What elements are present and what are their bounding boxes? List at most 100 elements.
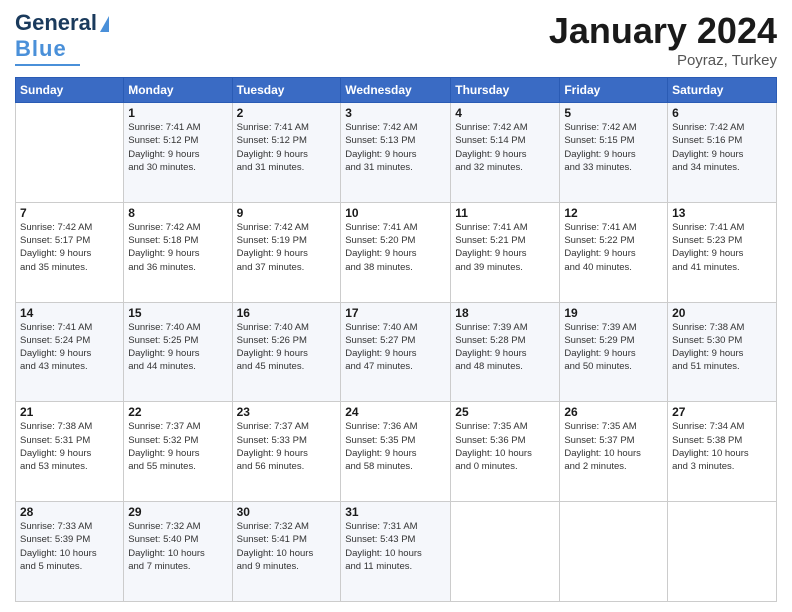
day-number: 23 bbox=[237, 405, 337, 419]
logo-underline bbox=[15, 64, 80, 66]
calendar-cell bbox=[451, 502, 560, 602]
calendar-cell: 20Sunrise: 7:38 AMSunset: 5:30 PMDayligh… bbox=[668, 302, 777, 402]
day-info: Sunrise: 7:32 AMSunset: 5:41 PMDaylight:… bbox=[237, 520, 337, 573]
calendar-week-3: 14Sunrise: 7:41 AMSunset: 5:24 PMDayligh… bbox=[16, 302, 777, 402]
day-number: 31 bbox=[345, 505, 446, 519]
calendar-cell: 15Sunrise: 7:40 AMSunset: 5:25 PMDayligh… bbox=[124, 302, 232, 402]
day-info: Sunrise: 7:40 AMSunset: 5:26 PMDaylight:… bbox=[237, 321, 337, 374]
day-info: Sunrise: 7:41 AMSunset: 5:23 PMDaylight:… bbox=[672, 221, 772, 274]
day-info: Sunrise: 7:37 AMSunset: 5:33 PMDaylight:… bbox=[237, 420, 337, 473]
day-info: Sunrise: 7:34 AMSunset: 5:38 PMDaylight:… bbox=[672, 420, 772, 473]
calendar-cell: 19Sunrise: 7:39 AMSunset: 5:29 PMDayligh… bbox=[560, 302, 668, 402]
calendar-week-4: 21Sunrise: 7:38 AMSunset: 5:31 PMDayligh… bbox=[16, 402, 777, 502]
calendar-cell: 26Sunrise: 7:35 AMSunset: 5:37 PMDayligh… bbox=[560, 402, 668, 502]
calendar-week-5: 28Sunrise: 7:33 AMSunset: 5:39 PMDayligh… bbox=[16, 502, 777, 602]
day-number: 2 bbox=[237, 106, 337, 120]
day-info: Sunrise: 7:37 AMSunset: 5:32 PMDaylight:… bbox=[128, 420, 227, 473]
day-info: Sunrise: 7:42 AMSunset: 5:18 PMDaylight:… bbox=[128, 221, 227, 274]
col-monday: Monday bbox=[124, 78, 232, 103]
calendar-cell: 18Sunrise: 7:39 AMSunset: 5:28 PMDayligh… bbox=[451, 302, 560, 402]
day-number: 28 bbox=[20, 505, 119, 519]
day-number: 8 bbox=[128, 206, 227, 220]
location-subtitle: Poyraz, Turkey bbox=[549, 52, 777, 69]
day-number: 18 bbox=[455, 306, 555, 320]
col-wednesday: Wednesday bbox=[341, 78, 451, 103]
day-info: Sunrise: 7:41 AMSunset: 5:12 PMDaylight:… bbox=[237, 121, 337, 174]
day-info: Sunrise: 7:41 AMSunset: 5:24 PMDaylight:… bbox=[20, 321, 119, 374]
calendar-week-1: 1Sunrise: 7:41 AMSunset: 5:12 PMDaylight… bbox=[16, 103, 777, 203]
calendar-header: Sunday Monday Tuesday Wednesday Thursday… bbox=[16, 78, 777, 103]
day-info: Sunrise: 7:42 AMSunset: 5:16 PMDaylight:… bbox=[672, 121, 772, 174]
day-number: 16 bbox=[237, 306, 337, 320]
day-number: 22 bbox=[128, 405, 227, 419]
day-number: 6 bbox=[672, 106, 772, 120]
day-number: 26 bbox=[564, 405, 663, 419]
day-number: 7 bbox=[20, 206, 119, 220]
calendar-cell: 7Sunrise: 7:42 AMSunset: 5:17 PMDaylight… bbox=[16, 202, 124, 302]
calendar-cell: 8Sunrise: 7:42 AMSunset: 5:18 PMDaylight… bbox=[124, 202, 232, 302]
calendar-cell: 6Sunrise: 7:42 AMSunset: 5:16 PMDaylight… bbox=[668, 103, 777, 203]
day-number: 4 bbox=[455, 106, 555, 120]
calendar-cell bbox=[16, 103, 124, 203]
logo-text-blue: Blue bbox=[15, 36, 67, 62]
calendar-cell: 21Sunrise: 7:38 AMSunset: 5:31 PMDayligh… bbox=[16, 402, 124, 502]
day-number: 10 bbox=[345, 206, 446, 220]
day-info: Sunrise: 7:41 AMSunset: 5:22 PMDaylight:… bbox=[564, 221, 663, 274]
col-tuesday: Tuesday bbox=[232, 78, 341, 103]
col-saturday: Saturday bbox=[668, 78, 777, 103]
day-number: 15 bbox=[128, 306, 227, 320]
day-number: 1 bbox=[128, 106, 227, 120]
month-title: January 2024 bbox=[549, 10, 777, 52]
calendar-cell: 2Sunrise: 7:41 AMSunset: 5:12 PMDaylight… bbox=[232, 103, 341, 203]
calendar-cell: 24Sunrise: 7:36 AMSunset: 5:35 PMDayligh… bbox=[341, 402, 451, 502]
day-number: 11 bbox=[455, 206, 555, 220]
day-number: 29 bbox=[128, 505, 227, 519]
day-number: 19 bbox=[564, 306, 663, 320]
day-info: Sunrise: 7:38 AMSunset: 5:30 PMDaylight:… bbox=[672, 321, 772, 374]
calendar-cell: 25Sunrise: 7:35 AMSunset: 5:36 PMDayligh… bbox=[451, 402, 560, 502]
calendar-cell: 9Sunrise: 7:42 AMSunset: 5:19 PMDaylight… bbox=[232, 202, 341, 302]
day-number: 13 bbox=[672, 206, 772, 220]
calendar-cell: 27Sunrise: 7:34 AMSunset: 5:38 PMDayligh… bbox=[668, 402, 777, 502]
title-block: January 2024 Poyraz, Turkey bbox=[549, 10, 777, 69]
calendar-cell: 5Sunrise: 7:42 AMSunset: 5:15 PMDaylight… bbox=[560, 103, 668, 203]
day-info: Sunrise: 7:39 AMSunset: 5:28 PMDaylight:… bbox=[455, 321, 555, 374]
calendar-table: Sunday Monday Tuesday Wednesday Thursday… bbox=[15, 77, 777, 602]
day-number: 3 bbox=[345, 106, 446, 120]
day-info: Sunrise: 7:42 AMSunset: 5:14 PMDaylight:… bbox=[455, 121, 555, 174]
day-number: 17 bbox=[345, 306, 446, 320]
calendar-cell bbox=[668, 502, 777, 602]
calendar-cell: 29Sunrise: 7:32 AMSunset: 5:40 PMDayligh… bbox=[124, 502, 232, 602]
col-sunday: Sunday bbox=[16, 78, 124, 103]
calendar-cell: 22Sunrise: 7:37 AMSunset: 5:32 PMDayligh… bbox=[124, 402, 232, 502]
calendar-page: General Blue January 2024 Poyraz, Turkey… bbox=[0, 0, 792, 612]
calendar-body: 1Sunrise: 7:41 AMSunset: 5:12 PMDaylight… bbox=[16, 103, 777, 602]
calendar-cell: 1Sunrise: 7:41 AMSunset: 5:12 PMDaylight… bbox=[124, 103, 232, 203]
day-number: 12 bbox=[564, 206, 663, 220]
calendar-cell bbox=[560, 502, 668, 602]
col-friday: Friday bbox=[560, 78, 668, 103]
calendar-cell: 11Sunrise: 7:41 AMSunset: 5:21 PMDayligh… bbox=[451, 202, 560, 302]
header: General Blue January 2024 Poyraz, Turkey bbox=[15, 10, 777, 69]
day-number: 27 bbox=[672, 405, 772, 419]
logo-text-general: General bbox=[15, 10, 97, 36]
day-info: Sunrise: 7:42 AMSunset: 5:15 PMDaylight:… bbox=[564, 121, 663, 174]
day-info: Sunrise: 7:32 AMSunset: 5:40 PMDaylight:… bbox=[128, 520, 227, 573]
day-info: Sunrise: 7:41 AMSunset: 5:20 PMDaylight:… bbox=[345, 221, 446, 274]
calendar-cell: 10Sunrise: 7:41 AMSunset: 5:20 PMDayligh… bbox=[341, 202, 451, 302]
day-number: 24 bbox=[345, 405, 446, 419]
day-info: Sunrise: 7:35 AMSunset: 5:37 PMDaylight:… bbox=[564, 420, 663, 473]
day-info: Sunrise: 7:38 AMSunset: 5:31 PMDaylight:… bbox=[20, 420, 119, 473]
day-number: 30 bbox=[237, 505, 337, 519]
day-info: Sunrise: 7:42 AMSunset: 5:19 PMDaylight:… bbox=[237, 221, 337, 274]
day-number: 25 bbox=[455, 405, 555, 419]
day-number: 9 bbox=[237, 206, 337, 220]
calendar-cell: 13Sunrise: 7:41 AMSunset: 5:23 PMDayligh… bbox=[668, 202, 777, 302]
calendar-cell: 23Sunrise: 7:37 AMSunset: 5:33 PMDayligh… bbox=[232, 402, 341, 502]
day-info: Sunrise: 7:41 AMSunset: 5:12 PMDaylight:… bbox=[128, 121, 227, 174]
day-info: Sunrise: 7:41 AMSunset: 5:21 PMDaylight:… bbox=[455, 221, 555, 274]
calendar-week-2: 7Sunrise: 7:42 AMSunset: 5:17 PMDaylight… bbox=[16, 202, 777, 302]
calendar-cell: 3Sunrise: 7:42 AMSunset: 5:13 PMDaylight… bbox=[341, 103, 451, 203]
day-number: 20 bbox=[672, 306, 772, 320]
logo: General Blue bbox=[15, 10, 109, 66]
